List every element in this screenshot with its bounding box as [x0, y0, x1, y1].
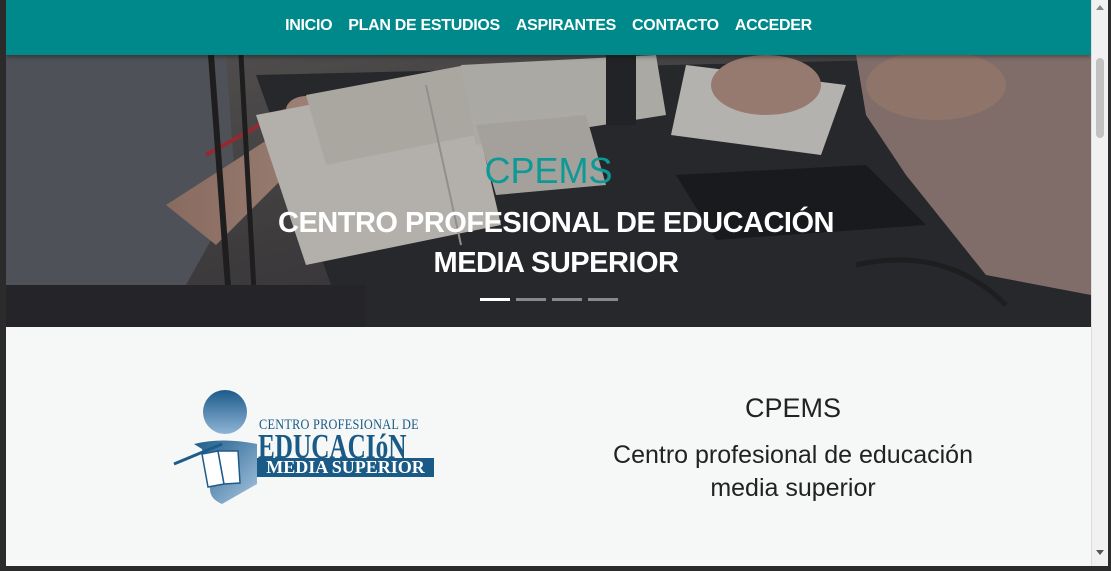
cpems-logo: CENTRO PROFESIONAL DE EDUCACIóN MEDIA SU… [172, 389, 442, 509]
scroll-thumb[interactable] [1096, 58, 1104, 138]
scroll-down-icon[interactable] [1096, 550, 1104, 555]
hero-title: CPEMS [484, 150, 613, 191]
carousel-indicator-4[interactable] [588, 298, 618, 301]
scroll-up-icon[interactable] [1096, 5, 1104, 10]
hero-subtitle: CENTRO PROFESIONAL DE EDUCACIÓN MEDIA SU… [278, 207, 834, 279]
nav-aspirantes[interactable]: ASPIRANTES [508, 17, 624, 35]
about-title: CPEMS [744, 393, 842, 423]
about-description: Centro profesional de educación media su… [613, 441, 973, 502]
browser-viewport: INICIO PLAN DE ESTUDIOS ASPIRANTES CONTA… [6, 0, 1091, 566]
nav-contacto[interactable]: CONTACTO [624, 17, 727, 35]
carousel-indicators [480, 298, 618, 301]
carousel-indicator-3[interactable] [552, 298, 582, 301]
about-section: CENTRO PROFESIONAL DE EDUCACIóN MEDIA SU… [6, 327, 1091, 566]
logo-line3: MEDIA SUPERIOR [257, 458, 434, 477]
carousel-indicator-2[interactable] [516, 298, 546, 301]
hero-carousel[interactable]: CPEMS CENTRO PROFESIONAL DE EDUCACIÓN ME… [6, 55, 1091, 327]
nav-plan-de-estudios[interactable]: PLAN DE ESTUDIOS [340, 17, 508, 35]
nav-inicio[interactable]: INICIO [277, 17, 340, 35]
carousel-indicator-1[interactable] [480, 298, 510, 301]
top-navbar: INICIO PLAN DE ESTUDIOS ASPIRANTES CONTA… [6, 0, 1091, 55]
page-scrollbar[interactable] [1091, 0, 1108, 566]
nav-acceder[interactable]: ACCEDER [727, 17, 820, 35]
